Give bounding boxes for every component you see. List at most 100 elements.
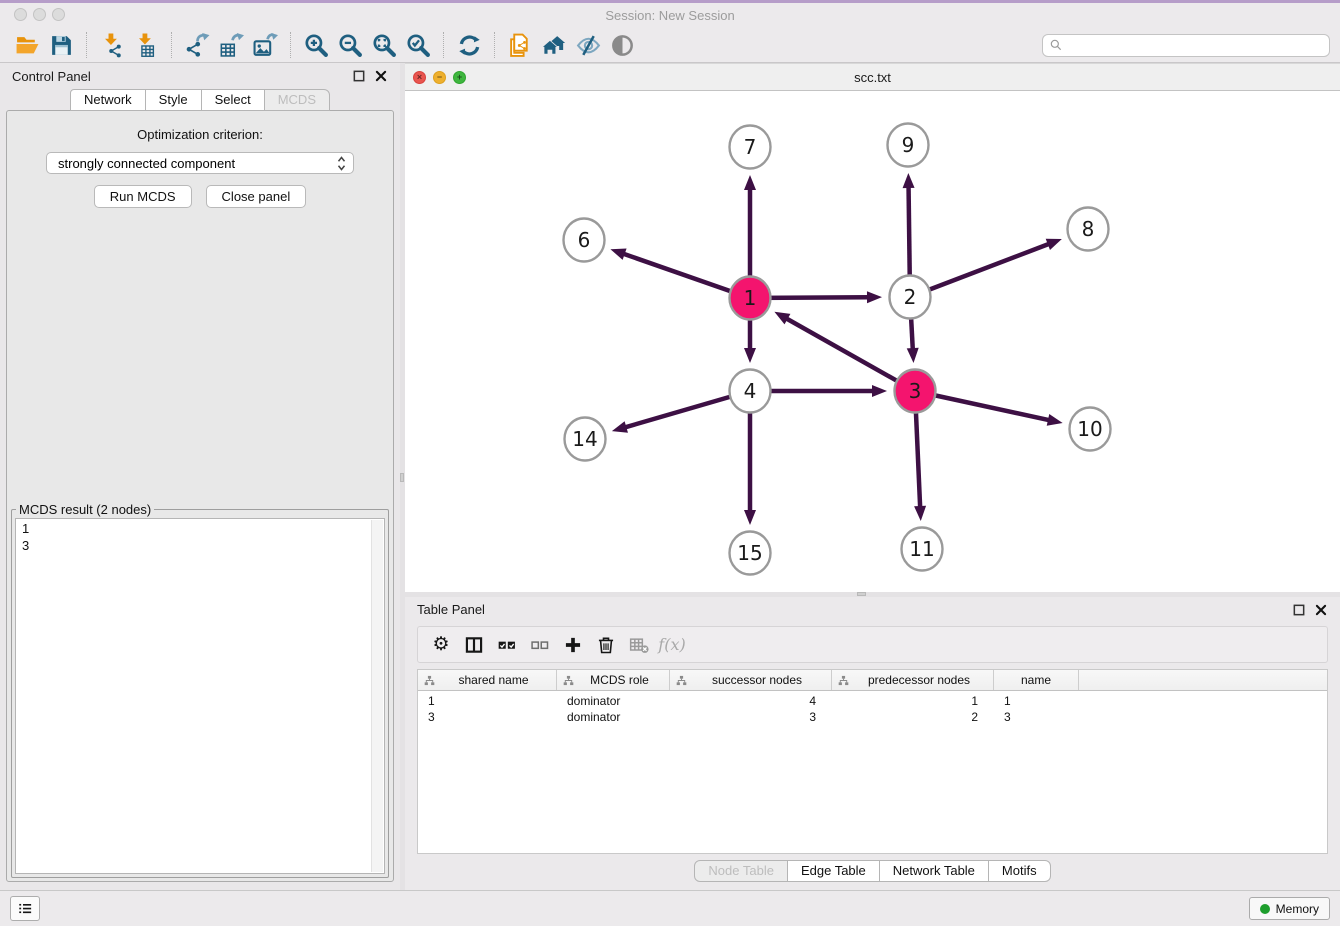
new-network-from-selection-icon[interactable] [503, 31, 537, 59]
column-tree-icon [676, 675, 687, 686]
control-panel-header: Control Panel [0, 63, 400, 89]
horizontal-splitter[interactable] [405, 592, 1340, 597]
column-header-mcds-role[interactable]: MCDS role [557, 670, 670, 690]
float-table-panel-icon[interactable] [1292, 603, 1306, 617]
graph-node-10[interactable]: 10 [1070, 408, 1111, 451]
zoom-selected-icon[interactable] [401, 31, 435, 59]
network-minimize-icon[interactable]: − [433, 71, 446, 84]
network-maximize-icon[interactable]: + [453, 71, 466, 84]
import-table-icon[interactable] [129, 31, 163, 59]
deselect-all-icon[interactable] [525, 631, 555, 659]
memory-button[interactable]: Memory [1249, 897, 1330, 920]
column-header-name[interactable]: name [994, 670, 1079, 690]
optimization-criterion-label: Optimization criterion: [137, 127, 263, 142]
close-window-icon[interactable] [14, 8, 27, 21]
table-cell: 3 [994, 710, 1079, 724]
table-toolbar: ⚙ f(x) [417, 626, 1328, 663]
function-builder-icon[interactable]: f(x) [657, 631, 687, 659]
mcds-result-textarea[interactable]: 13 [15, 518, 385, 874]
graph-node-label: 10 [1077, 417, 1102, 441]
status-bar: Memory [0, 890, 1340, 926]
table-cell: 4 [670, 694, 832, 708]
tab-edge-table[interactable]: Edge Table [787, 860, 880, 882]
hide-eye-icon[interactable] [571, 31, 605, 59]
graph-node-label: 8 [1082, 217, 1095, 241]
splitter-grip[interactable] [400, 473, 404, 482]
toolbar-separator [443, 32, 444, 58]
search-box[interactable] [1042, 34, 1330, 57]
graph-node-6[interactable]: 6 [564, 219, 605, 262]
close-panel-icon[interactable] [374, 69, 388, 83]
tab-select[interactable]: Select [201, 89, 265, 111]
network-window-titlebar: × − + scc.txt [405, 63, 1340, 91]
task-history-button[interactable] [10, 896, 40, 921]
graph-node-label: 7 [744, 135, 757, 159]
splitter-grip[interactable] [857, 592, 866, 596]
zoom-in-icon[interactable] [299, 31, 333, 59]
float-panel-icon[interactable] [352, 69, 366, 83]
app-window: Session: New Session Control Panel Netwo… [0, 0, 1340, 926]
column-tree-icon [838, 675, 849, 686]
maximize-window-icon[interactable] [52, 8, 65, 21]
graph-node-9[interactable]: 9 [888, 124, 929, 167]
toggle-columns-icon[interactable] [459, 631, 489, 659]
table-row[interactable]: 3dominator323 [418, 709, 1327, 725]
graph-node-label: 15 [737, 541, 762, 565]
column-header-successor-nodes[interactable]: successor nodes [670, 670, 832, 690]
column-header-shared-name[interactable]: shared name [418, 670, 557, 690]
table-row[interactable]: 1dominator411 [418, 693, 1327, 709]
delete-table-icon[interactable] [624, 631, 654, 659]
network-canvas[interactable]: 7 9 6 8 1 2 4 3 14 10 15 11 [405, 91, 1340, 592]
export-table-icon[interactable] [214, 31, 248, 59]
export-network-icon[interactable] [180, 31, 214, 59]
graph-node-14[interactable]: 14 [565, 418, 606, 461]
add-icon[interactable] [558, 631, 588, 659]
export-image-icon[interactable] [248, 31, 282, 59]
column-label: name [998, 673, 1074, 687]
zoom-fit-icon[interactable] [367, 31, 401, 59]
zoom-out-icon[interactable] [333, 31, 367, 59]
column-header-predecessor-nodes[interactable]: predecessor nodes [832, 670, 994, 690]
tab-network[interactable]: Network [70, 89, 146, 111]
search-input[interactable] [1067, 37, 1323, 53]
save-session-icon[interactable] [44, 31, 78, 59]
contrast-eye-icon[interactable] [605, 31, 639, 59]
graph-node-15[interactable]: 15 [730, 532, 771, 575]
select-all-icon[interactable] [492, 631, 522, 659]
minimize-window-icon[interactable] [33, 8, 46, 21]
graph-node-1[interactable]: 1 [730, 277, 771, 320]
graph-node-11[interactable]: 11 [902, 528, 943, 571]
mcds-result-group: MCDS result (2 nodes) 13 [11, 502, 389, 878]
close-table-panel-icon[interactable] [1314, 603, 1328, 617]
result-scrollbar[interactable] [371, 520, 383, 872]
graph-node-2[interactable]: 2 [890, 276, 931, 319]
close-panel-button[interactable]: Close panel [206, 185, 307, 208]
column-tree-icon [563, 675, 574, 686]
node-table: shared nameMCDS rolesuccessor nodesprede… [417, 669, 1328, 854]
refresh-icon[interactable] [452, 31, 486, 59]
delete-icon[interactable] [591, 631, 621, 659]
double-home-icon[interactable] [537, 31, 571, 59]
graph-node-label: 6 [578, 228, 591, 252]
graph-node-7[interactable]: 7 [730, 126, 771, 169]
optimization-criterion-select[interactable]: strongly connected component [46, 152, 354, 174]
graph-node-8[interactable]: 8 [1068, 208, 1109, 251]
memory-status-icon [1260, 904, 1270, 914]
tab-node-table[interactable]: Node Table [694, 860, 788, 882]
graph-node-4[interactable]: 4 [730, 370, 771, 413]
import-network-icon[interactable] [95, 31, 129, 59]
tab-motifs[interactable]: Motifs [988, 860, 1051, 882]
run-mcds-button[interactable]: Run MCDS [94, 185, 192, 208]
graph-node-3[interactable]: 3 [895, 370, 936, 413]
toolbar-separator [494, 32, 495, 58]
network-close-icon[interactable]: × [413, 71, 426, 84]
graph-edge-2-8[interactable] [910, 244, 1050, 297]
open-session-icon[interactable] [10, 31, 44, 59]
tab-style[interactable]: Style [145, 89, 202, 111]
graph-edge-3-1[interactable] [786, 318, 915, 391]
settings-icon[interactable]: ⚙ [426, 631, 456, 659]
tab-mcds[interactable]: MCDS [264, 89, 330, 111]
tab-network-table[interactable]: Network Table [879, 860, 989, 882]
table-panel-header: Table Panel [405, 597, 1340, 622]
network-graph[interactable]: 7 9 6 8 1 2 4 3 14 10 15 11 [405, 91, 1340, 592]
